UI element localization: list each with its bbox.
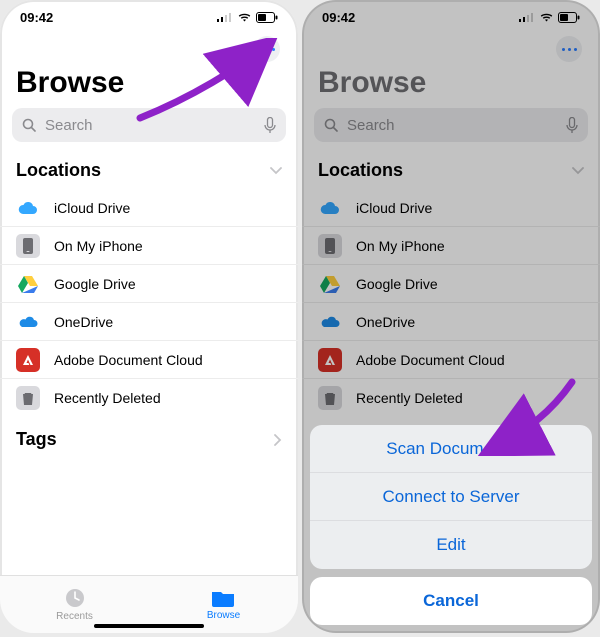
location-row[interactable]: Adobe Document Cloud (0, 341, 298, 379)
location-label: OneDrive (356, 314, 415, 330)
cloud-icon (318, 196, 342, 220)
tab-label: Browse (207, 610, 240, 621)
action-label: Edit (436, 535, 465, 555)
folder-icon (212, 588, 236, 608)
location-row[interactable]: Recently Deleted (302, 379, 600, 417)
more-button[interactable] (254, 36, 280, 62)
action-sheet-group: Scan Documents Connect to Server Edit (310, 425, 592, 569)
location-label: Recently Deleted (356, 390, 463, 406)
battery-icon (256, 12, 278, 23)
phone-left: 09:42 Browse Search Locations iCloud Dr (0, 0, 298, 633)
location-label: On My iPhone (356, 238, 445, 254)
location-label: Google Drive (54, 276, 136, 292)
search-icon (22, 118, 37, 133)
locations-header[interactable]: Locations (302, 152, 600, 189)
tab-label: Recents (56, 611, 93, 622)
location-label: iCloud Drive (356, 200, 432, 216)
phone-icon (318, 234, 342, 258)
status-icons (217, 12, 278, 23)
location-row[interactable]: Recently Deleted (0, 379, 298, 417)
clock-icon (64, 587, 86, 609)
search-icon (324, 118, 339, 133)
action-label: Connect to Server (382, 487, 519, 507)
status-bar: 09:42 (302, 0, 600, 34)
signal-icon (217, 12, 233, 22)
location-row[interactable]: iCloud Drive (302, 189, 600, 227)
action-cancel[interactable]: Cancel (310, 577, 592, 625)
search-placeholder: Search (347, 117, 395, 134)
status-icons (519, 12, 580, 23)
location-label: Adobe Document Cloud (356, 352, 505, 368)
action-edit[interactable]: Edit (310, 521, 592, 569)
locations-label: Locations (16, 160, 101, 181)
location-row[interactable]: iCloud Drive (0, 189, 298, 227)
adobe-icon (16, 348, 40, 372)
location-label: Adobe Document Cloud (54, 352, 203, 368)
signal-icon (519, 12, 535, 22)
page-title: Browse (0, 64, 298, 108)
location-label: Recently Deleted (54, 390, 161, 406)
action-label: Scan Documents (386, 439, 515, 459)
location-label: Google Drive (356, 276, 438, 292)
location-row[interactable]: On My iPhone (302, 227, 600, 265)
home-indicator[interactable] (94, 624, 204, 628)
trash-icon (318, 386, 342, 410)
location-label: On My iPhone (54, 238, 143, 254)
gdrive-icon (16, 272, 40, 296)
location-row[interactable]: On My iPhone (0, 227, 298, 265)
status-time: 09:42 (322, 10, 355, 25)
locations-label: Locations (318, 160, 403, 181)
mic-icon[interactable] (264, 117, 276, 134)
action-label: Cancel (423, 591, 479, 611)
phone-right: 09:42 Browse Search Locations iCloud Dr (302, 0, 600, 633)
adobe-icon (318, 348, 342, 372)
chevron-right-icon (274, 434, 282, 446)
cloud-icon (16, 196, 40, 220)
location-row[interactable]: OneDrive (0, 303, 298, 341)
action-sheet: Scan Documents Connect to Server Edit Ca… (310, 425, 592, 625)
wifi-icon (237, 12, 252, 22)
more-button[interactable] (556, 36, 582, 62)
tags-label: Tags (16, 429, 57, 450)
status-time: 09:42 (20, 10, 53, 25)
tags-header[interactable]: Tags (0, 421, 298, 458)
location-row[interactable]: OneDrive (302, 303, 600, 341)
phone-icon (16, 234, 40, 258)
locations-list: iCloud Drive On My iPhone Google Drive O… (302, 189, 600, 417)
search-placeholder: Search (45, 117, 93, 134)
locations-header[interactable]: Locations (0, 152, 298, 189)
search-field[interactable]: Search (12, 108, 286, 142)
wifi-icon (539, 12, 554, 22)
status-bar: 09:42 (0, 0, 298, 34)
search-field[interactable]: Search (314, 108, 588, 142)
chevron-down-icon (270, 167, 282, 175)
location-row[interactable]: Adobe Document Cloud (302, 341, 600, 379)
location-row[interactable]: Google Drive (0, 265, 298, 303)
location-row[interactable]: Google Drive (302, 265, 600, 303)
trash-icon (16, 386, 40, 410)
action-connect-to-server[interactable]: Connect to Server (310, 473, 592, 521)
battery-icon (558, 12, 580, 23)
gdrive-icon (318, 272, 342, 296)
locations-list: iCloud Drive On My iPhone Google Drive O… (0, 189, 298, 417)
mic-icon[interactable] (566, 117, 578, 134)
chevron-down-icon (572, 167, 584, 175)
action-scan-documents[interactable]: Scan Documents (310, 425, 592, 473)
page-title: Browse (302, 64, 600, 108)
location-label: iCloud Drive (54, 200, 130, 216)
location-label: OneDrive (54, 314, 113, 330)
onedrive-icon (318, 310, 342, 334)
onedrive-icon (16, 310, 40, 334)
